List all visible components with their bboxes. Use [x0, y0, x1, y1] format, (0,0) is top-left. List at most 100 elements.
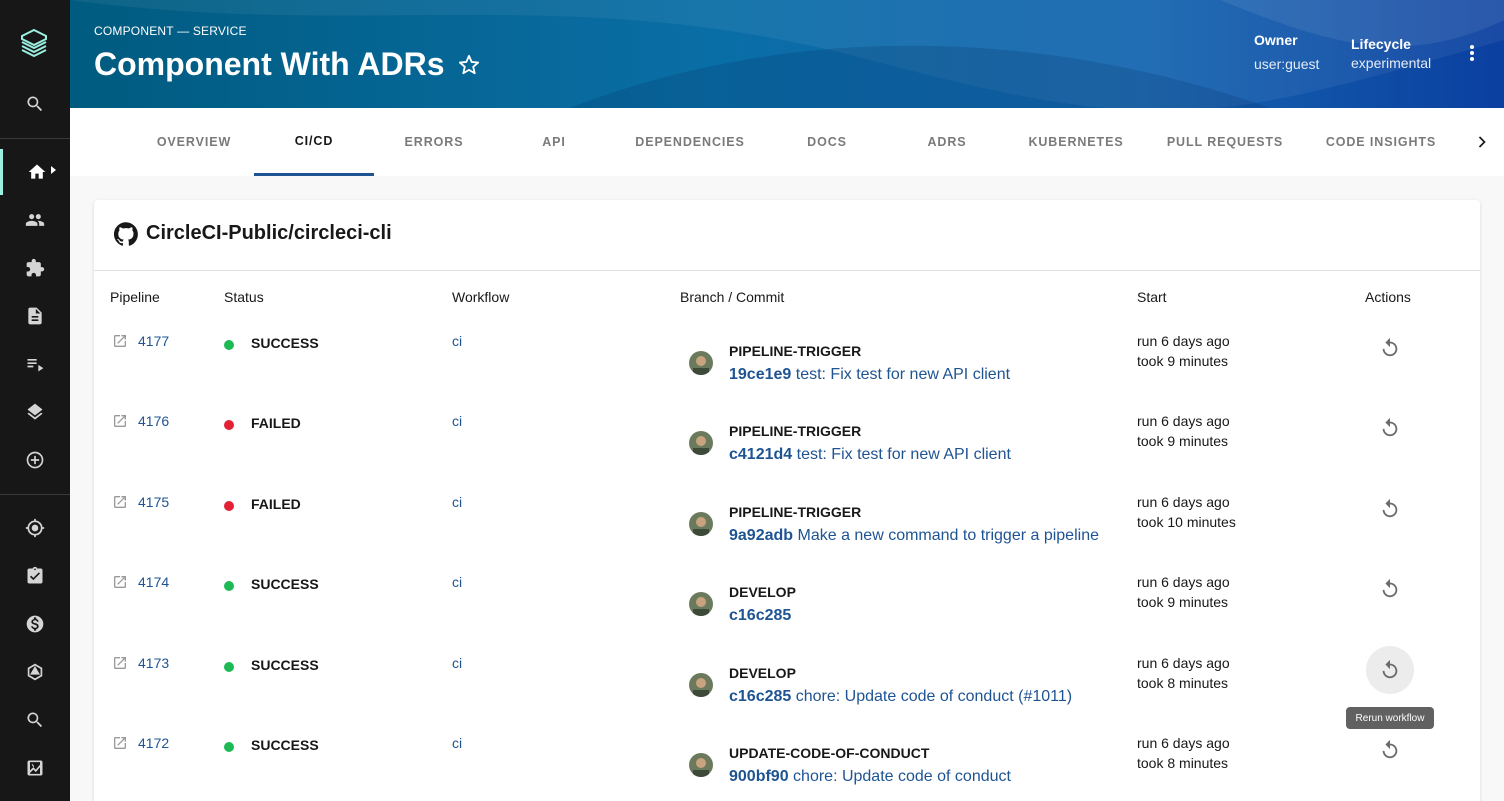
avatar — [689, 592, 713, 616]
status-label: SUCCESS — [251, 335, 319, 351]
sidebar-item-groups[interactable] — [0, 197, 70, 243]
sidebar-item-create[interactable] — [0, 437, 70, 483]
tab-ci-cd[interactable]: CI/CD — [254, 108, 374, 176]
workflow-link[interactable]: ci — [452, 333, 462, 349]
rerun-workflow-button[interactable] — [1366, 565, 1414, 613]
rerun-workflow-button[interactable] — [1366, 324, 1414, 372]
workflow-link[interactable]: ci — [452, 494, 462, 510]
open-in-new-icon[interactable] — [112, 333, 128, 349]
column-header-workflow[interactable]: Workflow — [452, 289, 509, 305]
gps-icon — [25, 518, 45, 538]
run-time: run 6 days ago — [1137, 574, 1230, 590]
sidebar-item-search[interactable] — [0, 697, 70, 743]
branch-name: DEVELOP — [729, 665, 796, 681]
sidebar-item-home[interactable] — [0, 149, 70, 195]
rerun-workflow-button[interactable] — [1366, 485, 1414, 533]
sidebar — [0, 0, 70, 801]
sidebar-item-list[interactable] — [0, 341, 70, 387]
commit-link[interactable]: 900bf90 chore: Update code of conduct — [729, 768, 1011, 786]
commit-link[interactable]: c16c285 chore: Update code of conduct (#… — [729, 688, 1072, 706]
tab-docs[interactable]: DOCS — [767, 108, 887, 176]
sidebar-item-docs[interactable] — [0, 293, 70, 339]
rerun-workflow-button[interactable] — [1366, 404, 1414, 452]
branch-name: PIPELINE-TRIGGER — [729, 343, 862, 359]
workflow-link[interactable]: ci — [452, 735, 462, 751]
commit-link[interactable]: 9a92adb Make a new command to trigger a … — [729, 527, 1099, 545]
column-header-pipeline[interactable]: Pipeline — [110, 289, 160, 305]
playlist-icon — [27, 359, 44, 372]
sidebar-item-cost[interactable] — [0, 601, 70, 647]
open-in-new-icon[interactable] — [112, 655, 128, 671]
search-icon — [27, 712, 43, 728]
pipeline-link[interactable]: 4173 — [138, 655, 169, 671]
open-in-new-icon[interactable] — [112, 735, 128, 751]
workflow-link[interactable]: ci — [452, 574, 462, 590]
pipeline-link[interactable]: 4174 — [138, 574, 169, 590]
sidebar-item-checklist[interactable] — [0, 553, 70, 599]
tab-code-insights[interactable]: CODE INSIGHTS — [1310, 108, 1452, 176]
owner-value[interactable]: user:guest — [1254, 56, 1319, 72]
sidebar-item-tech-radar[interactable] — [0, 505, 70, 551]
open-in-new-icon[interactable] — [112, 574, 128, 590]
avatar — [689, 512, 713, 536]
table-row: 4176 FAILED ci PIPELINE-TRIGGER c4121d4 … — [94, 409, 1480, 489]
run-time: run 6 days ago — [1137, 735, 1230, 751]
entity-header: COMPONENT — SERVICE Component With ADRs … — [70, 0, 1504, 108]
pipeline-link[interactable]: 4175 — [138, 494, 169, 510]
replay-icon — [1382, 337, 1398, 357]
commit-hash: c16c285 — [729, 607, 792, 624]
tab-kubernetes[interactable]: KUBERNETES — [1007, 108, 1145, 176]
commit-link[interactable]: c16c285 — [729, 607, 791, 625]
commit-link[interactable]: 19ce1e9 test: Fix test for new API clien… — [729, 366, 1010, 384]
pipeline-link[interactable]: 4172 — [138, 735, 169, 751]
sidebar-item-plugins[interactable] — [0, 245, 70, 291]
column-header-start[interactable]: Start — [1137, 289, 1167, 305]
replay-icon — [1382, 578, 1398, 598]
tab-dependencies[interactable]: DEPENDENCIES — [614, 108, 766, 176]
tab-overview[interactable]: OVERVIEW — [134, 108, 254, 176]
commit-link[interactable]: c4121d4 test: Fix test for new API clien… — [729, 446, 1011, 464]
graphql-icon — [27, 663, 43, 681]
replay-icon — [1382, 417, 1398, 437]
tab-pull-requests[interactable]: PULL REQUESTS — [1155, 108, 1295, 176]
backstage-logo-icon[interactable] — [20, 28, 48, 60]
pipeline-link[interactable]: 4177 — [138, 333, 169, 349]
chevron-right-icon — [51, 166, 56, 174]
rerun-workflow-button[interactable] — [1366, 646, 1414, 694]
tab-adrs[interactable]: ADRS — [887, 108, 1007, 176]
run-duration: took 9 minutes — [1137, 433, 1229, 449]
status-success-dot — [224, 662, 234, 672]
status-label: SUCCESS — [251, 576, 319, 592]
workflow-link[interactable]: ci — [452, 655, 462, 671]
open-in-new-icon[interactable] — [112, 494, 128, 510]
commit-hash: 9a92adb — [729, 527, 794, 544]
tab-api[interactable]: API — [494, 108, 614, 176]
sidebar-search[interactable] — [0, 81, 70, 127]
owner-label: Owner — [1254, 32, 1298, 48]
workflow-link[interactable]: ci — [452, 413, 462, 429]
star-icon[interactable] — [458, 54, 480, 76]
column-header-status[interactable]: Status — [224, 289, 264, 305]
document-icon — [28, 307, 42, 325]
more-vert-icon — [1470, 45, 1474, 49]
replay-icon — [1382, 498, 1398, 518]
owner-info: Owner user:guest — [1254, 32, 1319, 72]
pipeline-link[interactable]: 4176 — [138, 413, 169, 429]
avatar — [689, 351, 713, 375]
tab-errors[interactable]: ERRORS — [374, 108, 494, 176]
sidebar-divider — [0, 494, 70, 495]
card-header: CircleCI-Public/circleci-cli — [94, 200, 1480, 271]
commit-message: test: Fix test for new API client — [792, 446, 1011, 463]
rerun-workflow-button[interactable] — [1366, 726, 1414, 774]
column-header-branch-commit[interactable]: Branch / Commit — [680, 289, 784, 305]
sidebar-item-layers[interactable] — [0, 389, 70, 435]
puzzle-icon — [26, 258, 45, 277]
commit-hash: 900bf90 — [729, 768, 789, 785]
more-menu-button[interactable] — [1462, 40, 1482, 66]
sidebar-item-score[interactable] — [0, 745, 70, 791]
page-title: Component With ADRs — [94, 46, 445, 82]
chevron-right-icon[interactable] — [1472, 132, 1492, 152]
money-icon — [26, 615, 44, 633]
sidebar-item-graphql[interactable] — [0, 649, 70, 695]
open-in-new-icon[interactable] — [112, 413, 128, 429]
